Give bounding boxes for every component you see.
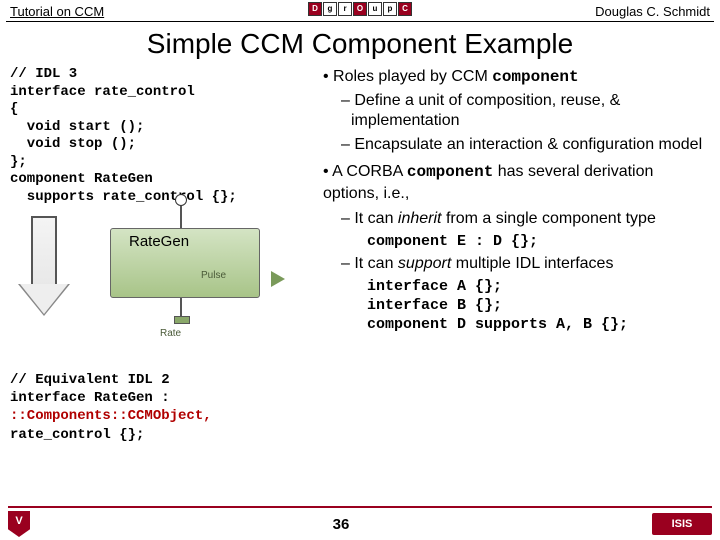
header-rule xyxy=(6,21,714,22)
rate-label: Rate xyxy=(160,328,181,339)
footer-rule xyxy=(8,506,712,508)
component-box: RateGen Pulse xyxy=(110,228,260,298)
slide-footer: V 36 ISIS xyxy=(0,506,720,536)
content-area: // IDL 3 interface rate_control { void s… xyxy=(0,66,720,444)
header-left: Tutorial on CCM xyxy=(10,4,104,19)
provided-interface-icon xyxy=(180,206,182,228)
idl2-code: // Equivalent IDL 2 interface RateGen : … xyxy=(10,371,315,444)
pulse-label: Pulse xyxy=(111,250,259,281)
bullet-roles: Roles played by CCM component xyxy=(323,66,710,89)
event-source-icon xyxy=(271,271,285,287)
slide-header: Tutorial on CCM D g r O u p C Douglas C.… xyxy=(0,0,720,21)
slide-title: Simple CCM Component Example xyxy=(0,28,720,60)
code-interface-a: interface A {}; xyxy=(367,278,710,295)
component-diagram: RateGen Pulse Rate xyxy=(10,212,315,367)
receptacle-icon xyxy=(180,298,182,318)
subbullet-encapsulate: Encapsulate an interaction & configurati… xyxy=(341,135,710,155)
subbullet-inherit: It can inherit from a single component t… xyxy=(341,209,710,229)
subbullet-define: Define a unit of composition, reuse, & i… xyxy=(341,91,710,131)
idl3-code: // IDL 3 interface rate_control { void s… xyxy=(10,66,315,206)
isis-logo-icon: ISIS xyxy=(652,513,712,535)
left-column: // IDL 3 interface rate_control { void s… xyxy=(10,66,315,444)
bullet-corba: A CORBA component has several derivation… xyxy=(323,161,710,205)
subbullet-support: It can support multiple IDL interfaces xyxy=(341,254,710,274)
right-column: Roles played by CCM component Define a u… xyxy=(323,66,710,444)
code-inherit: component E : D {}; xyxy=(367,233,710,250)
code-component-d: component D supports A, B {}; xyxy=(367,316,710,333)
vu-shield-icon: V xyxy=(8,511,30,537)
page-number: 36 xyxy=(333,516,350,533)
doc-logo: D g r O u p C xyxy=(308,2,412,16)
header-right: Douglas C. Schmidt xyxy=(595,4,710,19)
component-name: RateGen xyxy=(111,229,259,250)
down-arrow-icon xyxy=(18,216,70,326)
code-interface-b: interface B {}; xyxy=(367,297,710,314)
